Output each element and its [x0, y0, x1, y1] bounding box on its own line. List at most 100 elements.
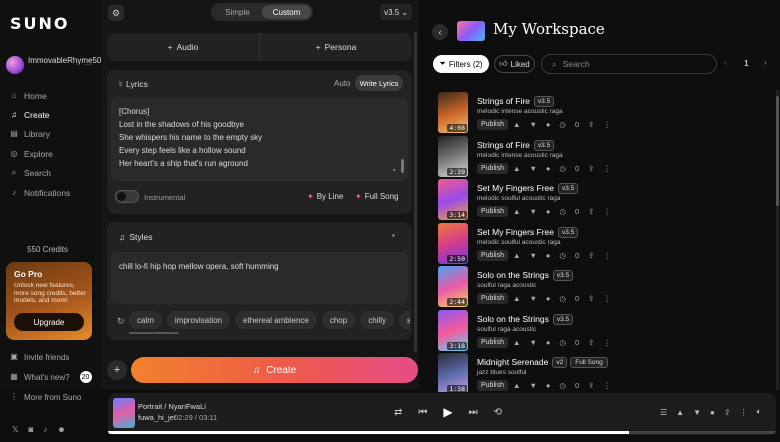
chips-scrollbar[interactable] [129, 332, 179, 334]
player-title[interactable]: Portrait / NyanFwaLi [138, 402, 206, 411]
song-title[interactable]: Midnight Serenade v2 Full Song [477, 357, 608, 368]
song-row[interactable]: 3:18 Solo on the Strings v3.5 soulful raga … [438, 309, 773, 351]
sidebar-item-home[interactable]: ⌂ Home [10, 89, 47, 103]
version-select[interactable]: v3.5 ⌄ [380, 4, 412, 20]
suno-logo[interactable]: SUNO [10, 14, 70, 33]
song-row[interactable]: 2:50 Set My Fingers Free v3.5 melodic soulf… [438, 222, 773, 264]
styles-input[interactable]: chill lo-fi hip hop mellow opera, soft h… [111, 252, 408, 304]
comment-icon[interactable]: ● [546, 381, 551, 390]
more-vertical-icon[interactable]: ⋮ [603, 207, 611, 216]
more-from-suno-link[interactable]: ⋮ More from Suno [10, 391, 81, 403]
publish-button[interactable]: Publish [477, 336, 508, 348]
song-title[interactable]: Set My Fingers Free v3.5 [477, 226, 579, 238]
play-icon[interactable]: ▶ [443, 405, 452, 419]
instrumental-toggle[interactable] [115, 190, 139, 203]
whats-new-link[interactable]: ▦ What's new? 20 [10, 371, 92, 383]
player-cover[interactable] [113, 398, 135, 428]
thumbs-down-icon[interactable]: ▼ [529, 120, 536, 129]
lyrics-write-tab[interactable]: Write Lyrics [355, 75, 403, 91]
page-prev-button[interactable]: ‹ [724, 58, 727, 67]
sidebar-item-search[interactable]: ⌕ Search [10, 166, 51, 180]
thumbs-up-icon[interactable]: ▲ [513, 120, 520, 129]
comment-icon[interactable]: ● [710, 408, 715, 417]
more-vertical-icon[interactable]: ⋮ [603, 251, 611, 260]
sidebar-item-notifications[interactable]: ♪ Notifications [10, 186, 70, 200]
thumbs-down-icon[interactable]: ▼ [529, 294, 536, 303]
share-icon[interactable]: ⇪ [588, 338, 594, 347]
more-vertical-icon[interactable]: ⋮ [603, 164, 611, 173]
song-cover[interactable]: 3:18 [438, 309, 468, 351]
discord-icon[interactable]: ☻ [57, 425, 65, 434]
more-vertical-icon[interactable]: ⋮ [603, 338, 611, 347]
comment-icon[interactable]: ● [546, 207, 551, 216]
thumbs-down-icon[interactable]: ▼ [529, 251, 536, 260]
comment-icon[interactable]: ● [546, 338, 551, 347]
avatar[interactable] [6, 56, 24, 74]
create-button[interactable]: ♫ Create [131, 357, 418, 383]
by-line-button[interactable]: ✦ By Line [307, 192, 343, 201]
player-artist[interactable]: fuwa_hi_jet [138, 413, 176, 422]
player-progress[interactable] [108, 431, 776, 434]
publish-button[interactable]: Publish [477, 380, 508, 391]
volume-icon[interactable]: 🔈︎ [757, 407, 762, 417]
gear-icon[interactable]: ⚙ [108, 5, 124, 21]
song-title[interactable]: Strings of Fire v3.5 [477, 139, 555, 151]
thumbs-up-icon[interactable]: ▲ [676, 408, 684, 417]
trash-icon[interactable]: ▪ [392, 231, 395, 240]
comment-icon[interactable]: ● [546, 251, 551, 260]
comment-icon[interactable]: ● [546, 294, 551, 303]
tiktok-icon[interactable]: ♪ [43, 425, 47, 434]
publish-button[interactable]: Publish [477, 206, 508, 217]
song-cover[interactable]: 2:39 [438, 135, 468, 177]
sidebar-item-explore[interactable]: ◎ Explore [10, 147, 53, 161]
queue-icon[interactable]: ☰ [660, 408, 667, 417]
song-row[interactable]: 2:44 Solo on the Strings v3.5 soulful raga … [438, 266, 773, 307]
workspace-scrollbar[interactable] [776, 96, 779, 206]
song-title[interactable]: Set My Fingers Free v3.5 [477, 183, 579, 194]
mode-simple[interactable]: Simple [213, 5, 262, 19]
song-title[interactable]: Strings of Fire v3.5 [477, 96, 555, 107]
thumbs-up-icon[interactable]: ▲ [513, 164, 520, 173]
song-cover[interactable]: 3:14 [438, 179, 468, 220]
song-cover[interactable]: 2:44 [438, 266, 468, 307]
mode-custom[interactable]: Custom [262, 5, 311, 19]
thumbs-up-icon[interactable]: ▲ [513, 381, 520, 390]
song-cover[interactable]: 1:38 [438, 353, 468, 392]
publish-button[interactable]: Publish [477, 293, 508, 304]
thumbs-down-icon[interactable]: ▼ [693, 408, 701, 417]
share-icon[interactable]: ⇪ [724, 408, 731, 417]
panel-scrollbar[interactable] [414, 32, 417, 352]
thumbs-up-icon[interactable]: ▲ [513, 294, 520, 303]
song-row[interactable]: 4:08 Strings of Fire v3.5 melodic intense a… [438, 92, 773, 133]
liked-button[interactable]: 👍︎ Liked [494, 55, 535, 73]
lyrics-scrollbar[interactable] [401, 159, 404, 173]
more-vertical-icon[interactable]: ⋮ [740, 408, 748, 417]
filters-button[interactable]: ⏷ Filters (2) [433, 55, 489, 73]
more-vertical-icon[interactable]: ⋮ [603, 294, 611, 303]
user-name[interactable]: ImmovableRhyme507 [28, 56, 106, 66]
style-chip[interactable]: chilly [360, 311, 394, 329]
thumbs-up-icon[interactable]: ▲ [513, 251, 520, 260]
style-chip[interactable]: chop [321, 311, 356, 329]
full-song-button[interactable]: ✦ Full Song [355, 192, 399, 201]
more-icon[interactable]: ⋯ [84, 60, 92, 69]
share-icon[interactable]: ⇪ [588, 164, 594, 173]
invite-friends-link[interactable]: ▣ Invite friends [10, 351, 69, 363]
song-row[interactable]: 1:38 Midnight Serenade v2 Full Song jazz blu… [438, 353, 773, 392]
song-row[interactable]: 3:14 Set My Fingers Free v3.5 melodic soulf… [438, 179, 773, 220]
page-next-button[interactable]: › [764, 58, 767, 67]
share-icon[interactable]: ⇪ [588, 120, 594, 129]
style-chip[interactable]: improvisation [166, 311, 231, 329]
sidebar-item-library[interactable]: ▤ Library [10, 127, 50, 141]
share-icon[interactable]: ⇪ [588, 294, 594, 303]
share-icon[interactable]: ⇪ [588, 207, 594, 216]
add-button[interactable]: + [107, 360, 127, 380]
share-icon[interactable]: ⇪ [588, 381, 594, 390]
song-title[interactable]: Solo on the Strings v3.5 [477, 270, 574, 281]
publish-button[interactable]: Publish [477, 162, 508, 174]
thumbs-up-icon[interactable]: ▲ [513, 207, 520, 216]
style-chip[interactable]: ethereal ambience [235, 311, 317, 329]
song-title[interactable]: Solo on the Strings v3.5 [477, 313, 574, 325]
trash-icon[interactable]: ▪ [393, 167, 395, 174]
upgrade-button[interactable]: Upgrade [14, 313, 84, 331]
